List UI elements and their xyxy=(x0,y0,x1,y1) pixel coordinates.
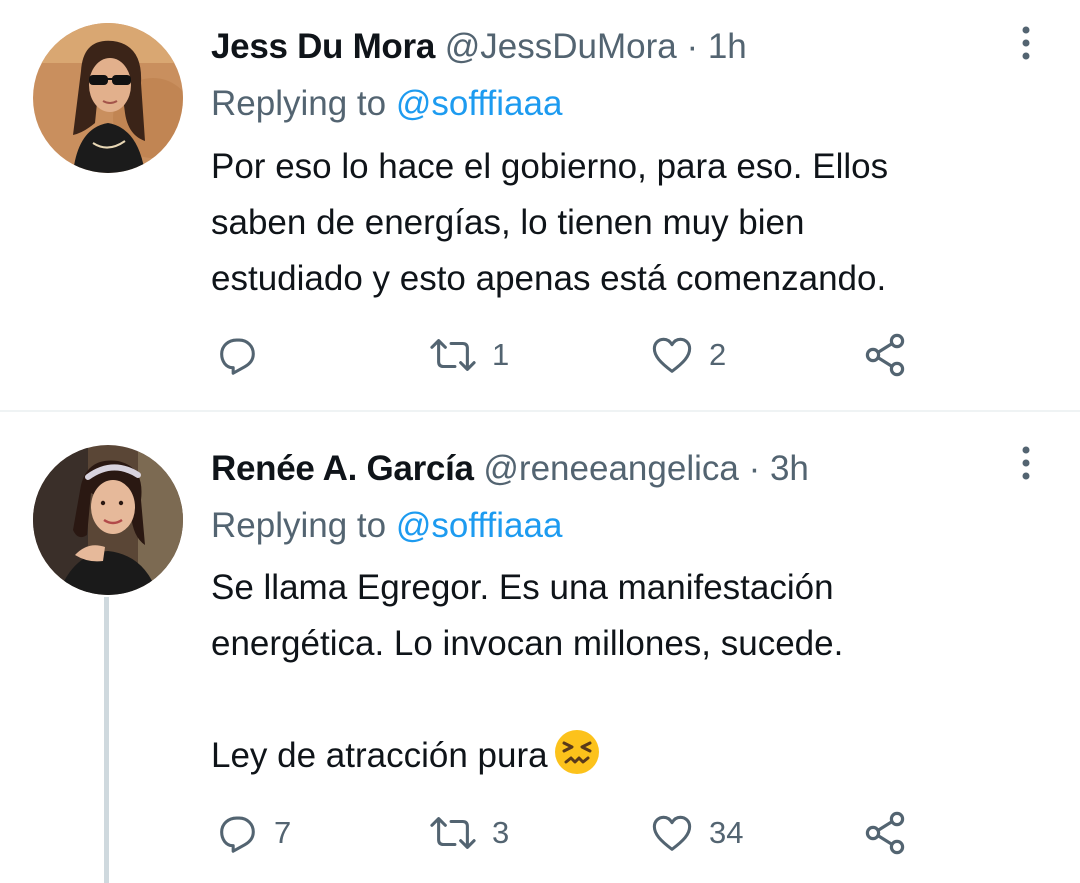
tweet-text-line: estudiado y esto apenas está comenzando. xyxy=(211,259,887,298)
timestamp[interactable]: 3h xyxy=(770,449,809,488)
tweet-header: Renée A. García @reneeangelica · 3h xyxy=(211,447,809,491)
like-button[interactable]: 34 xyxy=(649,808,743,858)
share-button[interactable] xyxy=(861,330,909,380)
replying-to: Replying to @sofffiaaa xyxy=(211,504,562,548)
tweet-text: Por eso lo hace el gobierno, para eso. E… xyxy=(211,139,1011,307)
replying-to-label: Replying to xyxy=(211,506,396,545)
avatar[interactable] xyxy=(33,445,183,595)
retweet-count: 3 xyxy=(492,815,510,850)
separator-dot: · xyxy=(748,449,761,488)
more-icon[interactable] xyxy=(1014,24,1038,64)
reply-button[interactable] xyxy=(214,330,274,380)
tweet-header: Jess Du Mora @JessDuMora · 1h xyxy=(211,25,747,69)
tweet-text-line: Por eso lo hace el gobierno, para eso. E… xyxy=(211,147,889,186)
avatar[interactable] xyxy=(33,23,183,173)
replying-to-label: Replying to xyxy=(211,84,396,123)
handle[interactable]: @reneeangelica xyxy=(483,449,738,488)
retweet-icon xyxy=(430,817,476,849)
share-icon xyxy=(865,333,905,377)
display-name[interactable]: Jess Du Mora xyxy=(211,27,435,66)
replying-to: Replying to @sofffiaaa xyxy=(211,82,562,126)
tweet-text-last-line: Ley de atracción pura xyxy=(211,736,548,775)
tweet-text-line: saben de energías, lo tienen muy bien xyxy=(211,203,805,242)
tweet-text-line: energética. Lo invocan millones, sucede. xyxy=(211,624,844,663)
heart-icon xyxy=(652,815,692,851)
timestamp[interactable]: 1h xyxy=(708,27,747,66)
tweet[interactable]: Renée A. García @reneeangelica · 3h Repl… xyxy=(0,412,1080,883)
retweet-button[interactable]: 3 xyxy=(428,808,509,858)
tweet-text-line: Se llama Egregor. Es una manifestación xyxy=(211,568,834,607)
like-count: 34 xyxy=(709,815,744,850)
like-count: 2 xyxy=(709,337,727,372)
reply-count: 7 xyxy=(274,815,292,850)
retweet-count: 1 xyxy=(492,337,510,372)
heart-icon xyxy=(652,337,692,373)
display-name[interactable]: Renée A. García xyxy=(211,449,474,488)
tweet-text-line: Ley de atracción pura xyxy=(211,728,1011,792)
reply-icon xyxy=(220,816,255,853)
tweet-text-line xyxy=(211,672,1011,728)
separator-dot: · xyxy=(686,27,699,66)
retweet-icon xyxy=(430,339,476,371)
more-icon[interactable] xyxy=(1014,444,1038,484)
persevering-face-icon xyxy=(554,729,600,792)
replying-to-mention[interactable]: @sofffiaaa xyxy=(396,506,563,545)
tweet-text: Se llama Egregor. Es una manifestación e… xyxy=(211,560,1011,792)
replying-to-mention[interactable]: @sofffiaaa xyxy=(396,84,563,123)
retweet-button[interactable]: 1 xyxy=(428,330,509,380)
thread-line xyxy=(104,597,109,883)
like-button[interactable]: 2 xyxy=(649,330,726,380)
share-icon xyxy=(865,811,905,855)
handle[interactable]: @JessDuMora xyxy=(445,27,677,66)
reply-button[interactable]: 7 xyxy=(214,808,291,858)
tweet[interactable]: Jess Du Mora @JessDuMora · 1h Replying t… xyxy=(0,0,1080,412)
reply-icon xyxy=(220,338,255,375)
share-button[interactable] xyxy=(861,808,909,858)
